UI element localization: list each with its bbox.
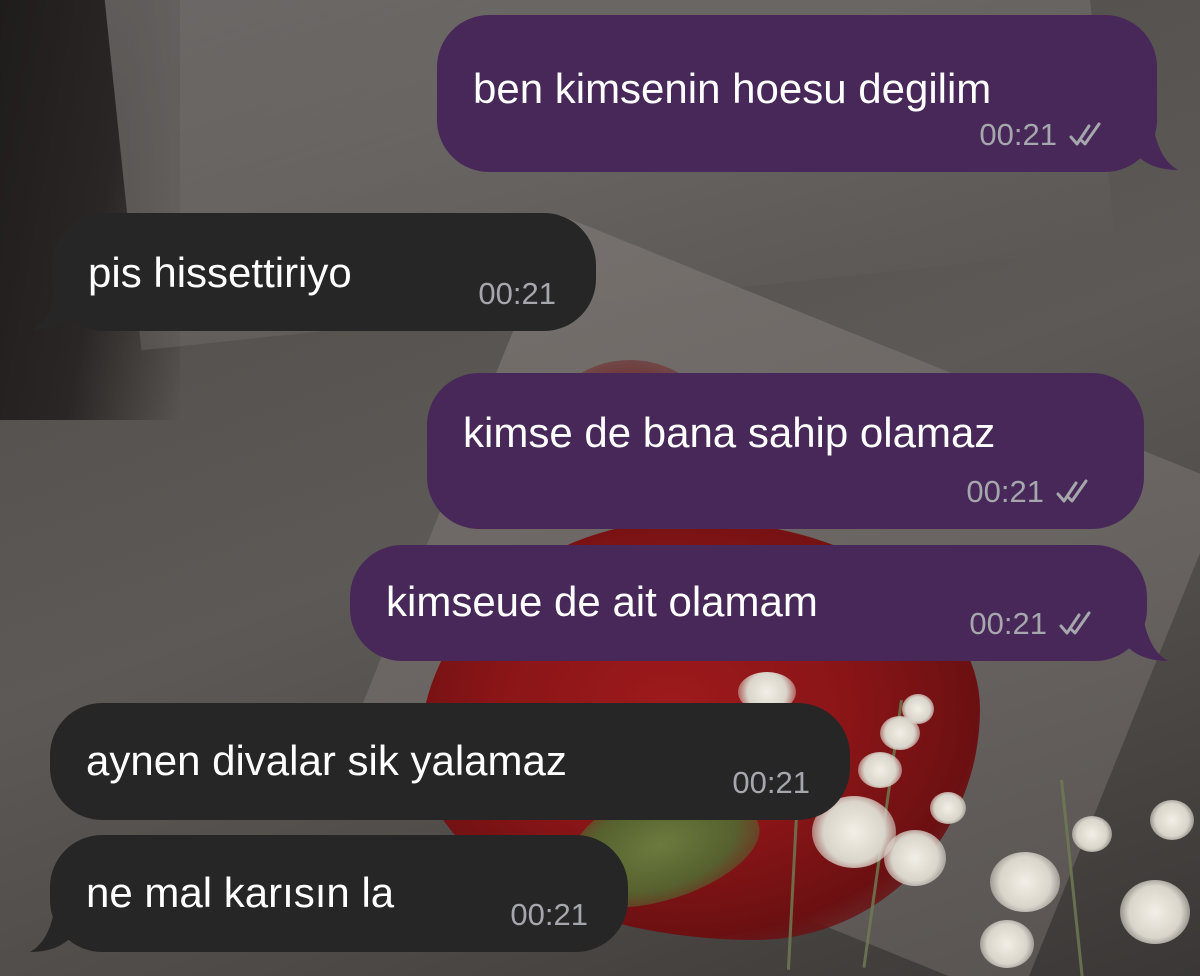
message-meta: 00:21 [979,118,1103,152]
message-time: 00:21 [969,606,1047,641]
bubble-tail [30,912,72,952]
double-check-icon [1056,479,1088,503]
message-text: pis hissettiriyo [88,249,352,296]
message-time: 00:21 [478,276,556,311]
outgoing-message-bubble[interactable]: kimse de bana sahip olamaz 00:21 [427,373,1144,529]
double-check-icon [1069,122,1101,146]
message-list[interactable]: ben kimsenin hoesu degilim 00:21 pis his… [0,0,1200,976]
message-meta: 00:21 [966,475,1090,509]
outgoing-message-bubble[interactable]: ben kimsenin hoesu degilim 00:21 [437,15,1157,172]
double-check-icon [1059,611,1091,635]
bubble-tail [32,290,74,330]
message-text: ne mal karısın la [86,869,395,916]
message-text: aynen divalar sik yalamaz [86,737,567,784]
bubble-tail [1136,130,1178,170]
incoming-message-bubble[interactable]: pis hissettiriyo 00:21 [52,213,596,331]
message-meta: 00:21 [478,277,556,311]
message-time: 00:21 [979,117,1057,152]
message-time: 00:21 [966,474,1044,509]
message-text: ben kimsenin hoesu degilim [473,65,992,112]
incoming-message-bubble[interactable]: ne mal karısın la 00:21 [50,835,628,952]
message-text: kimse de bana sahip olamaz [463,409,996,456]
message-meta: 00:21 [732,766,810,800]
message-text: kimseue de ait olamam [386,578,818,625]
message-time: 00:21 [732,765,810,800]
bubble-tail [1126,621,1168,661]
message-meta: 00:21 [510,898,588,932]
message-time: 00:21 [510,897,588,932]
message-meta: 00:21 [969,607,1093,641]
outgoing-message-bubble[interactable]: kimseue de ait olamam 00:21 [350,545,1147,661]
incoming-message-bubble[interactable]: aynen divalar sik yalamaz 00:21 [50,703,850,820]
